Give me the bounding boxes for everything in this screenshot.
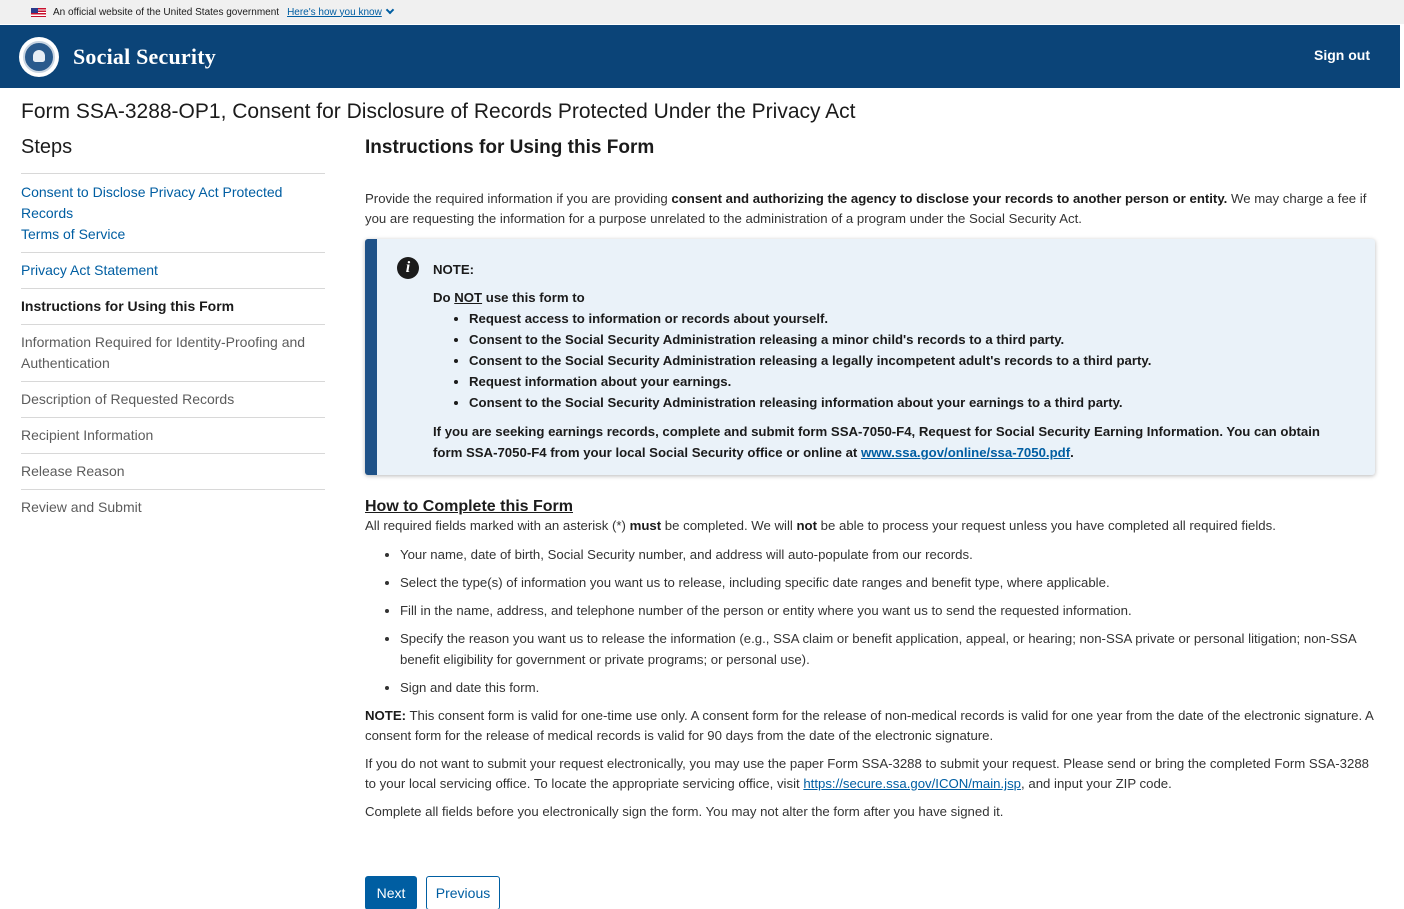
note-list-item: Consent to the Social Security Administr… <box>469 392 1325 413</box>
step-privacy-act: Privacy Act Statement <box>21 252 325 288</box>
note-list-item: Consent to the Social Security Administr… <box>469 329 1325 350</box>
paper-form-text: If you do not want to submit your reques… <box>365 756 1369 791</box>
office-locator-link[interactable]: https://secure.ssa.gov/ICON/main.jsp <box>803 776 1021 791</box>
list-item: Select the type(s) of information you wa… <box>400 572 1377 593</box>
next-button[interactable]: Next <box>365 876 417 909</box>
note-list-item: Request information about your earnings. <box>469 371 1325 392</box>
how-to-complete-heading: How to Complete this Form <box>365 498 573 515</box>
step-terms-of-service-link[interactable]: Terms of Service <box>21 224 325 245</box>
list-item: Fill in the name, address, and telephone… <box>400 600 1377 621</box>
step-instructions-current: Instructions for Using this Form <box>21 288 325 324</box>
note-list-item: Request access to information or records… <box>469 308 1325 329</box>
main-content: Instructions for Using this Form Provide… <box>365 137 1377 822</box>
step-requested-records: Description of Requested Records <box>21 381 325 417</box>
ssa-seal-logo <box>19 36 59 77</box>
note-label: NOTE: <box>433 262 475 277</box>
ssa-7050-link[interactable]: www.ssa.gov/online/ssa-7050.pdf <box>861 445 1070 460</box>
previous-button[interactable]: Previous <box>426 876 500 909</box>
note-do-not: Do NOT use this form to <box>433 290 585 305</box>
sign-out-button[interactable]: Sign out <box>1314 47 1370 63</box>
required-fields-text: All required fields marked with an aster… <box>365 518 1276 533</box>
how-to-list: Your name, date of birth, Social Securit… <box>365 544 1377 698</box>
list-item: Your name, date of birth, Social Securit… <box>400 544 1377 565</box>
step-privacy-act-link[interactable]: Privacy Act Statement <box>21 260 325 281</box>
list-item: Specify the reason you want us to releas… <box>400 628 1377 670</box>
step-recipient-info: Recipient Information <box>21 417 325 453</box>
note-earnings-text: If you are seeking earnings records, com… <box>433 424 1320 460</box>
step-consent-link[interactable]: Consent to Disclose Privacy Act Protecte… <box>21 182 325 224</box>
step-release-reason: Release Reason <box>21 453 325 489</box>
note-list-item: Consent to the Social Security Administr… <box>469 350 1325 371</box>
how-you-know-link[interactable]: Here's how you know <box>287 5 395 18</box>
list-item: Sign and date this form. <box>400 677 1377 698</box>
steps-title: Steps <box>21 136 73 158</box>
form-navigation: Next Previous <box>365 876 500 909</box>
page-title: Form SSA-3288-OP1, Consent for Disclosur… <box>21 100 856 123</box>
info-icon: i <box>397 257 419 279</box>
steps-sidebar: Steps Consent to Disclose Privacy Act Pr… <box>21 136 325 525</box>
us-flag-icon <box>31 7 46 17</box>
step-identity-proofing: Information Required for Identity-Proofi… <box>21 324 325 381</box>
final-instruction: Complete all fields before you electroni… <box>365 804 1004 819</box>
intro-paragraph: Provide the required information if you … <box>365 191 1367 226</box>
brand-name[interactable]: Social Security <box>73 44 216 70</box>
step-review-submit: Review and Submit <box>21 489 325 525</box>
validity-note: NOTE: This consent form is valid for one… <box>365 708 1374 743</box>
note-list: Request access to information or records… <box>433 308 1325 413</box>
note-alert: i NOTE: Do NOT use this form to Request … <box>365 239 1375 475</box>
site-header: Social Security Sign out <box>0 25 1400 88</box>
gov-banner-text: An official website of the United States… <box>53 6 280 18</box>
gov-banner: An official website of the United States… <box>0 0 1404 24</box>
section-heading: Instructions for Using this Form <box>365 137 655 158</box>
step-group-consent: Consent to Disclose Privacy Act Protecte… <box>21 173 325 252</box>
chevron-down-icon <box>385 5 395 14</box>
